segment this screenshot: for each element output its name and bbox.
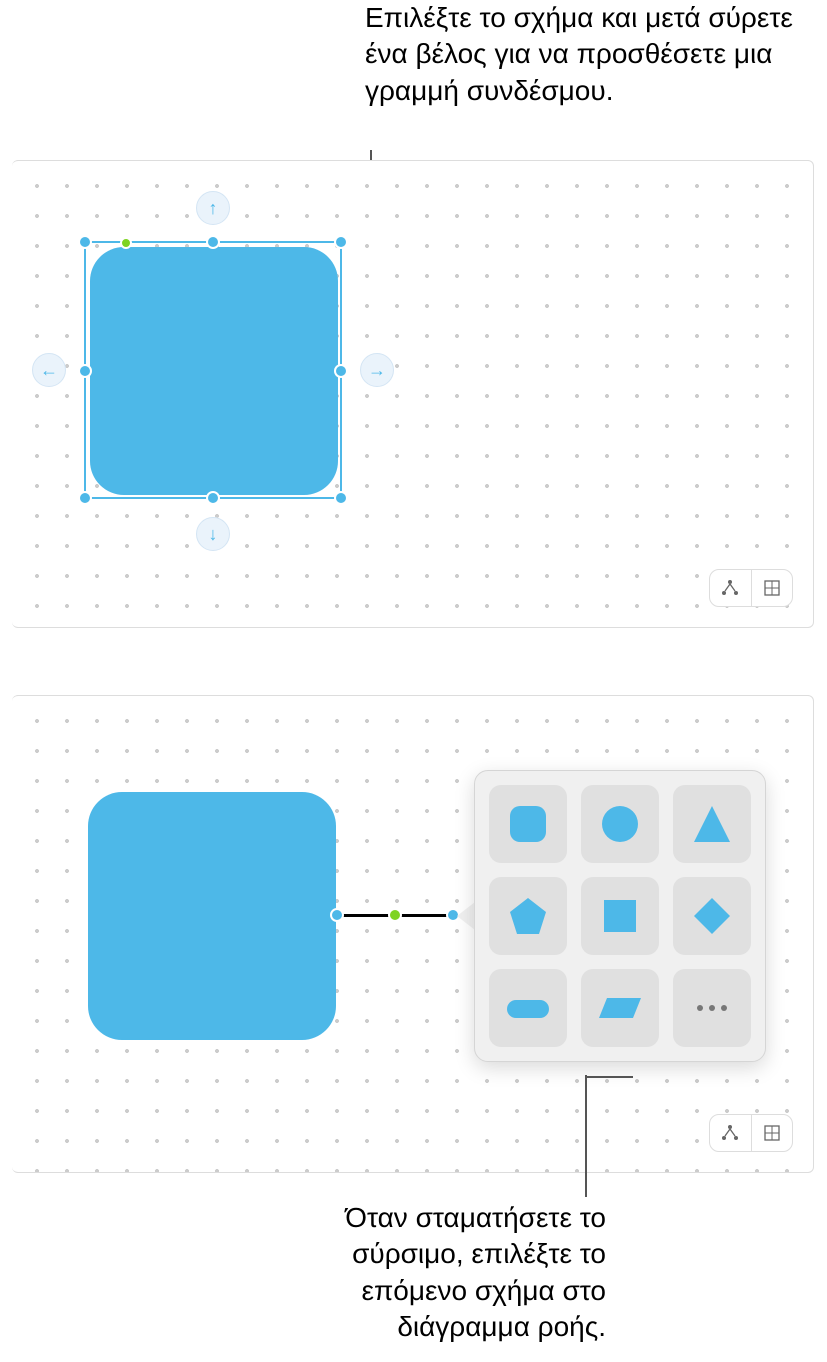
canvas-mode-toggle-2 [709, 1114, 793, 1152]
panel-second [12, 695, 814, 1173]
shape-option-more-icon[interactable] [673, 969, 751, 1047]
shape-picker-popover [474, 770, 766, 1062]
popover-tip [457, 902, 475, 930]
connection-mode-icon[interactable] [710, 1115, 752, 1151]
caption-bottom: Όταν σταματήσετε το σύρσιμο, επιλέξτε το… [276, 1200, 606, 1346]
shape-option-parallelogram[interactable] [581, 969, 659, 1047]
arrow-up-icon[interactable]: ↑ [196, 191, 230, 225]
shape-option-diamond[interactable] [673, 877, 751, 955]
grid-mode-icon[interactable] [752, 1115, 793, 1151]
leader-bottom-h [585, 1076, 633, 1078]
connector-start[interactable] [330, 908, 344, 922]
caption-top: Επιλέξτε το σχήμα και μετά σύρετε ένα βέ… [365, 0, 795, 109]
arrow-down-icon[interactable]: ↓ [196, 517, 230, 551]
shape-option-triangle[interactable] [673, 785, 751, 863]
handle-e[interactable] [334, 364, 348, 378]
rotation-handle[interactable] [120, 237, 132, 249]
shape-option-circle[interactable] [581, 785, 659, 863]
placed-shape[interactable] [88, 792, 336, 1040]
leader-bottom-v [585, 1075, 587, 1197]
connection-mode-icon[interactable] [710, 570, 752, 606]
selected-shape[interactable] [90, 247, 338, 495]
handle-se[interactable] [334, 491, 348, 505]
connector-mid[interactable] [388, 908, 402, 922]
handle-n[interactable] [206, 235, 220, 249]
handle-nw[interactable] [78, 235, 92, 249]
canvas-mode-toggle [709, 569, 793, 607]
handle-s[interactable] [206, 491, 220, 505]
panel-first: ↑ ↓ ← → [12, 160, 814, 628]
shape-option-pill[interactable] [489, 969, 567, 1047]
shape-option-pentagon[interactable] [489, 877, 567, 955]
handle-ne[interactable] [334, 235, 348, 249]
arrow-right-icon[interactable]: → [360, 353, 394, 387]
shape-option-square[interactable] [581, 877, 659, 955]
handle-w[interactable] [78, 364, 92, 378]
handle-sw[interactable] [78, 491, 92, 505]
shape-option-rounded-square[interactable] [489, 785, 567, 863]
arrow-left-icon[interactable]: ← [32, 353, 66, 387]
grid-mode-icon[interactable] [752, 570, 793, 606]
